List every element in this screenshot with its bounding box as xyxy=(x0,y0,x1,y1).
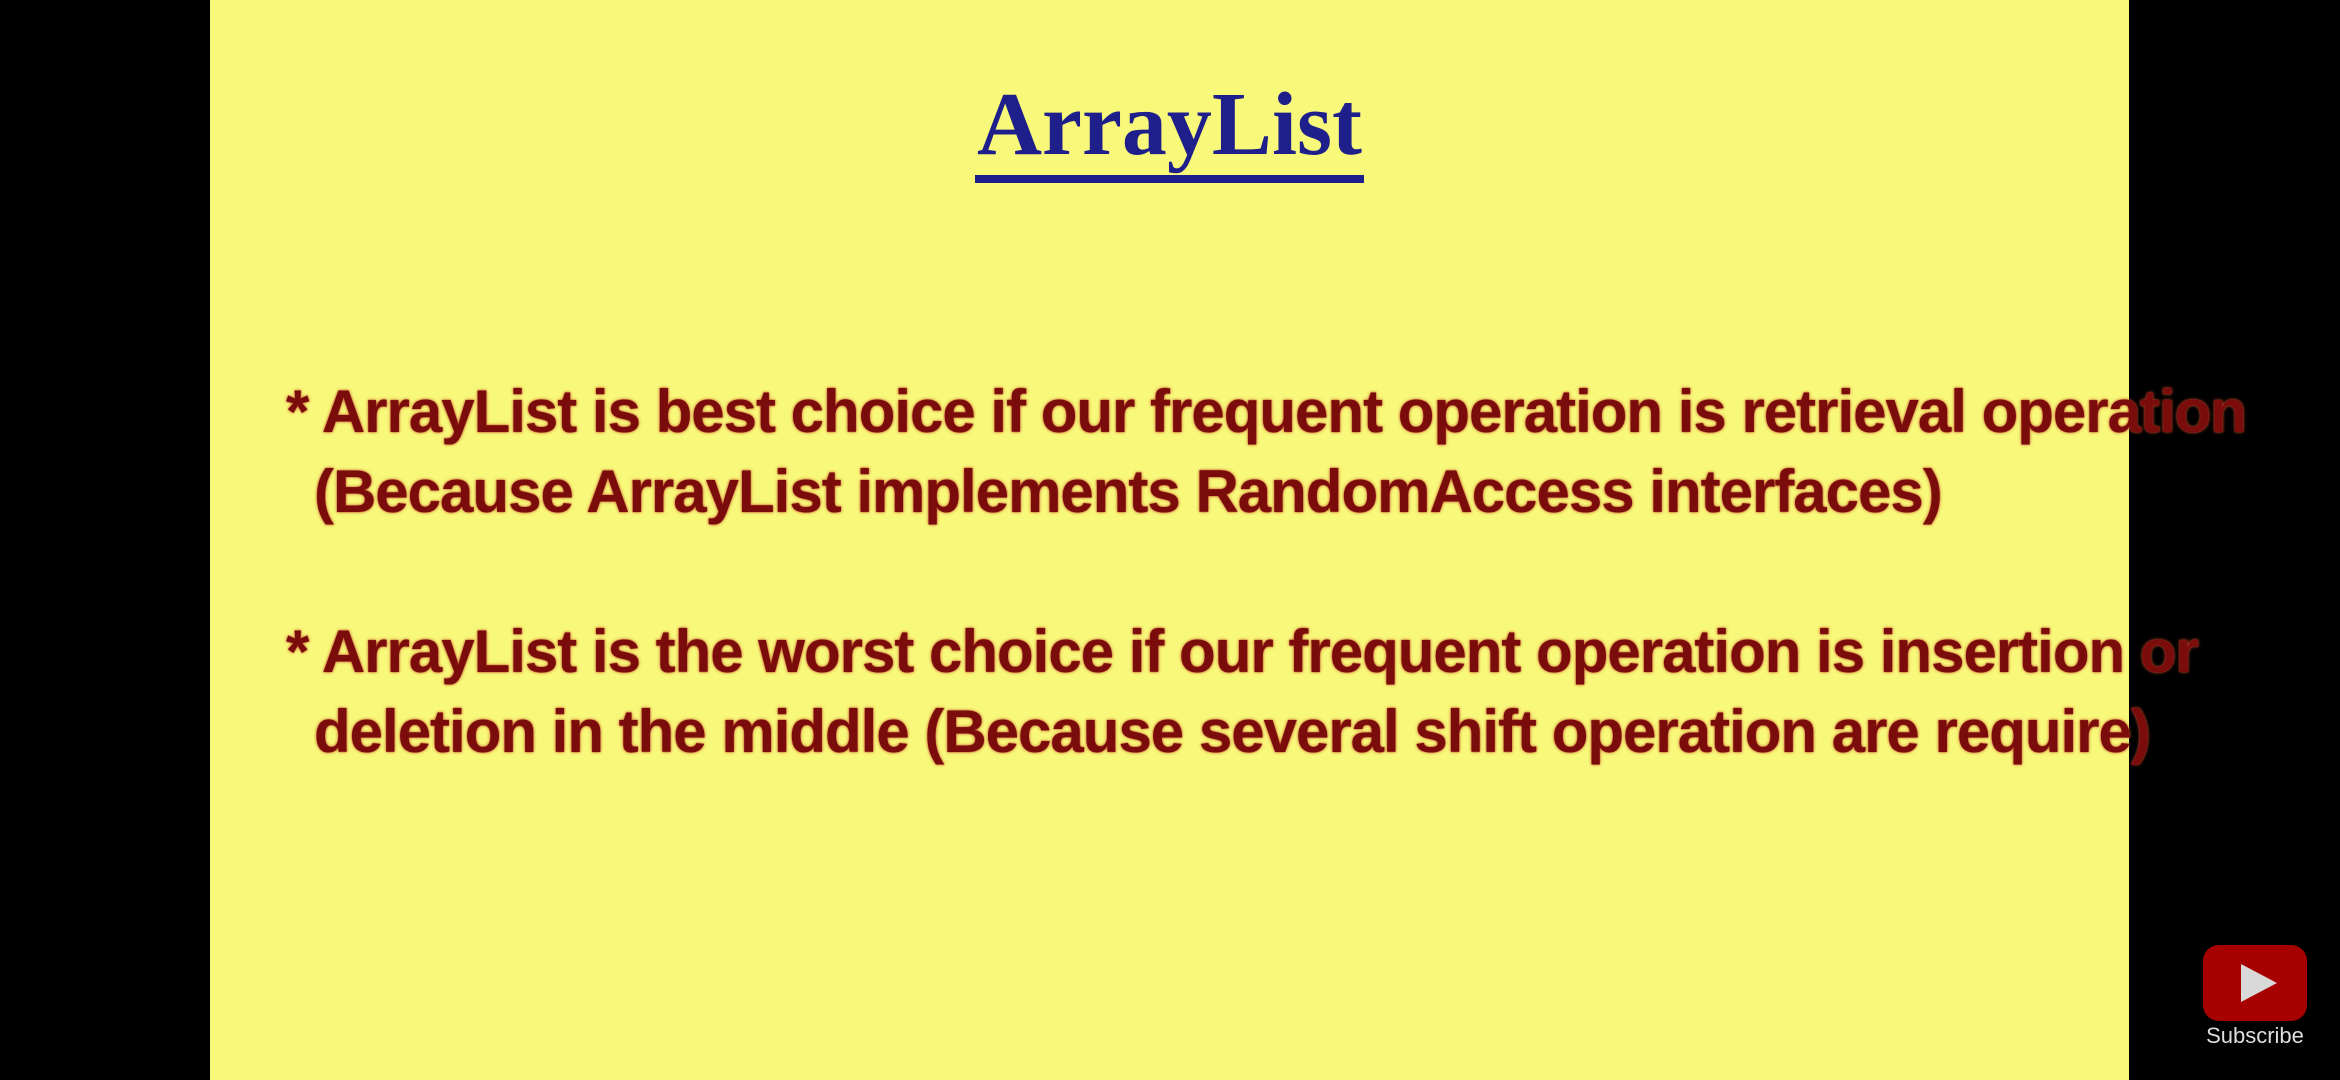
bullet-line-continuation: (Because ArrayList implements RandomAcce… xyxy=(314,458,1943,525)
bullet-line: * ArrayList is best choice if our freque… xyxy=(286,372,2247,452)
subscribe-label[interactable]: Subscribe xyxy=(2203,1021,2307,1051)
bullet-point: * ArrayList is the worst choice if our f… xyxy=(286,612,2199,772)
slide-title-text: ArrayList xyxy=(975,75,1364,183)
bullet-marker: * xyxy=(286,378,309,445)
bullet-text: ArrayList is the worst choice if our fre… xyxy=(321,618,2199,685)
bullet-line-continuation: deletion in the middle (Because several … xyxy=(314,698,2151,765)
presentation-slide: ArrayList * ArrayList is best choice if … xyxy=(210,0,2247,1080)
play-icon xyxy=(2241,964,2277,1002)
youtube-logo[interactable] xyxy=(2203,945,2307,1021)
slide-title: ArrayList xyxy=(210,70,2129,183)
bullet-line: * ArrayList is the worst choice if our f… xyxy=(286,612,2199,692)
video-player[interactable]: ArrayList * ArrayList is best choice if … xyxy=(0,0,2340,1080)
bullet-point: * ArrayList is best choice if our freque… xyxy=(286,372,2247,532)
bullet-text: ArrayList is best choice if our frequent… xyxy=(321,378,2247,445)
bullet-marker: * xyxy=(286,618,309,685)
subscribe-button[interactable]: Subscribe xyxy=(2203,945,2307,1051)
